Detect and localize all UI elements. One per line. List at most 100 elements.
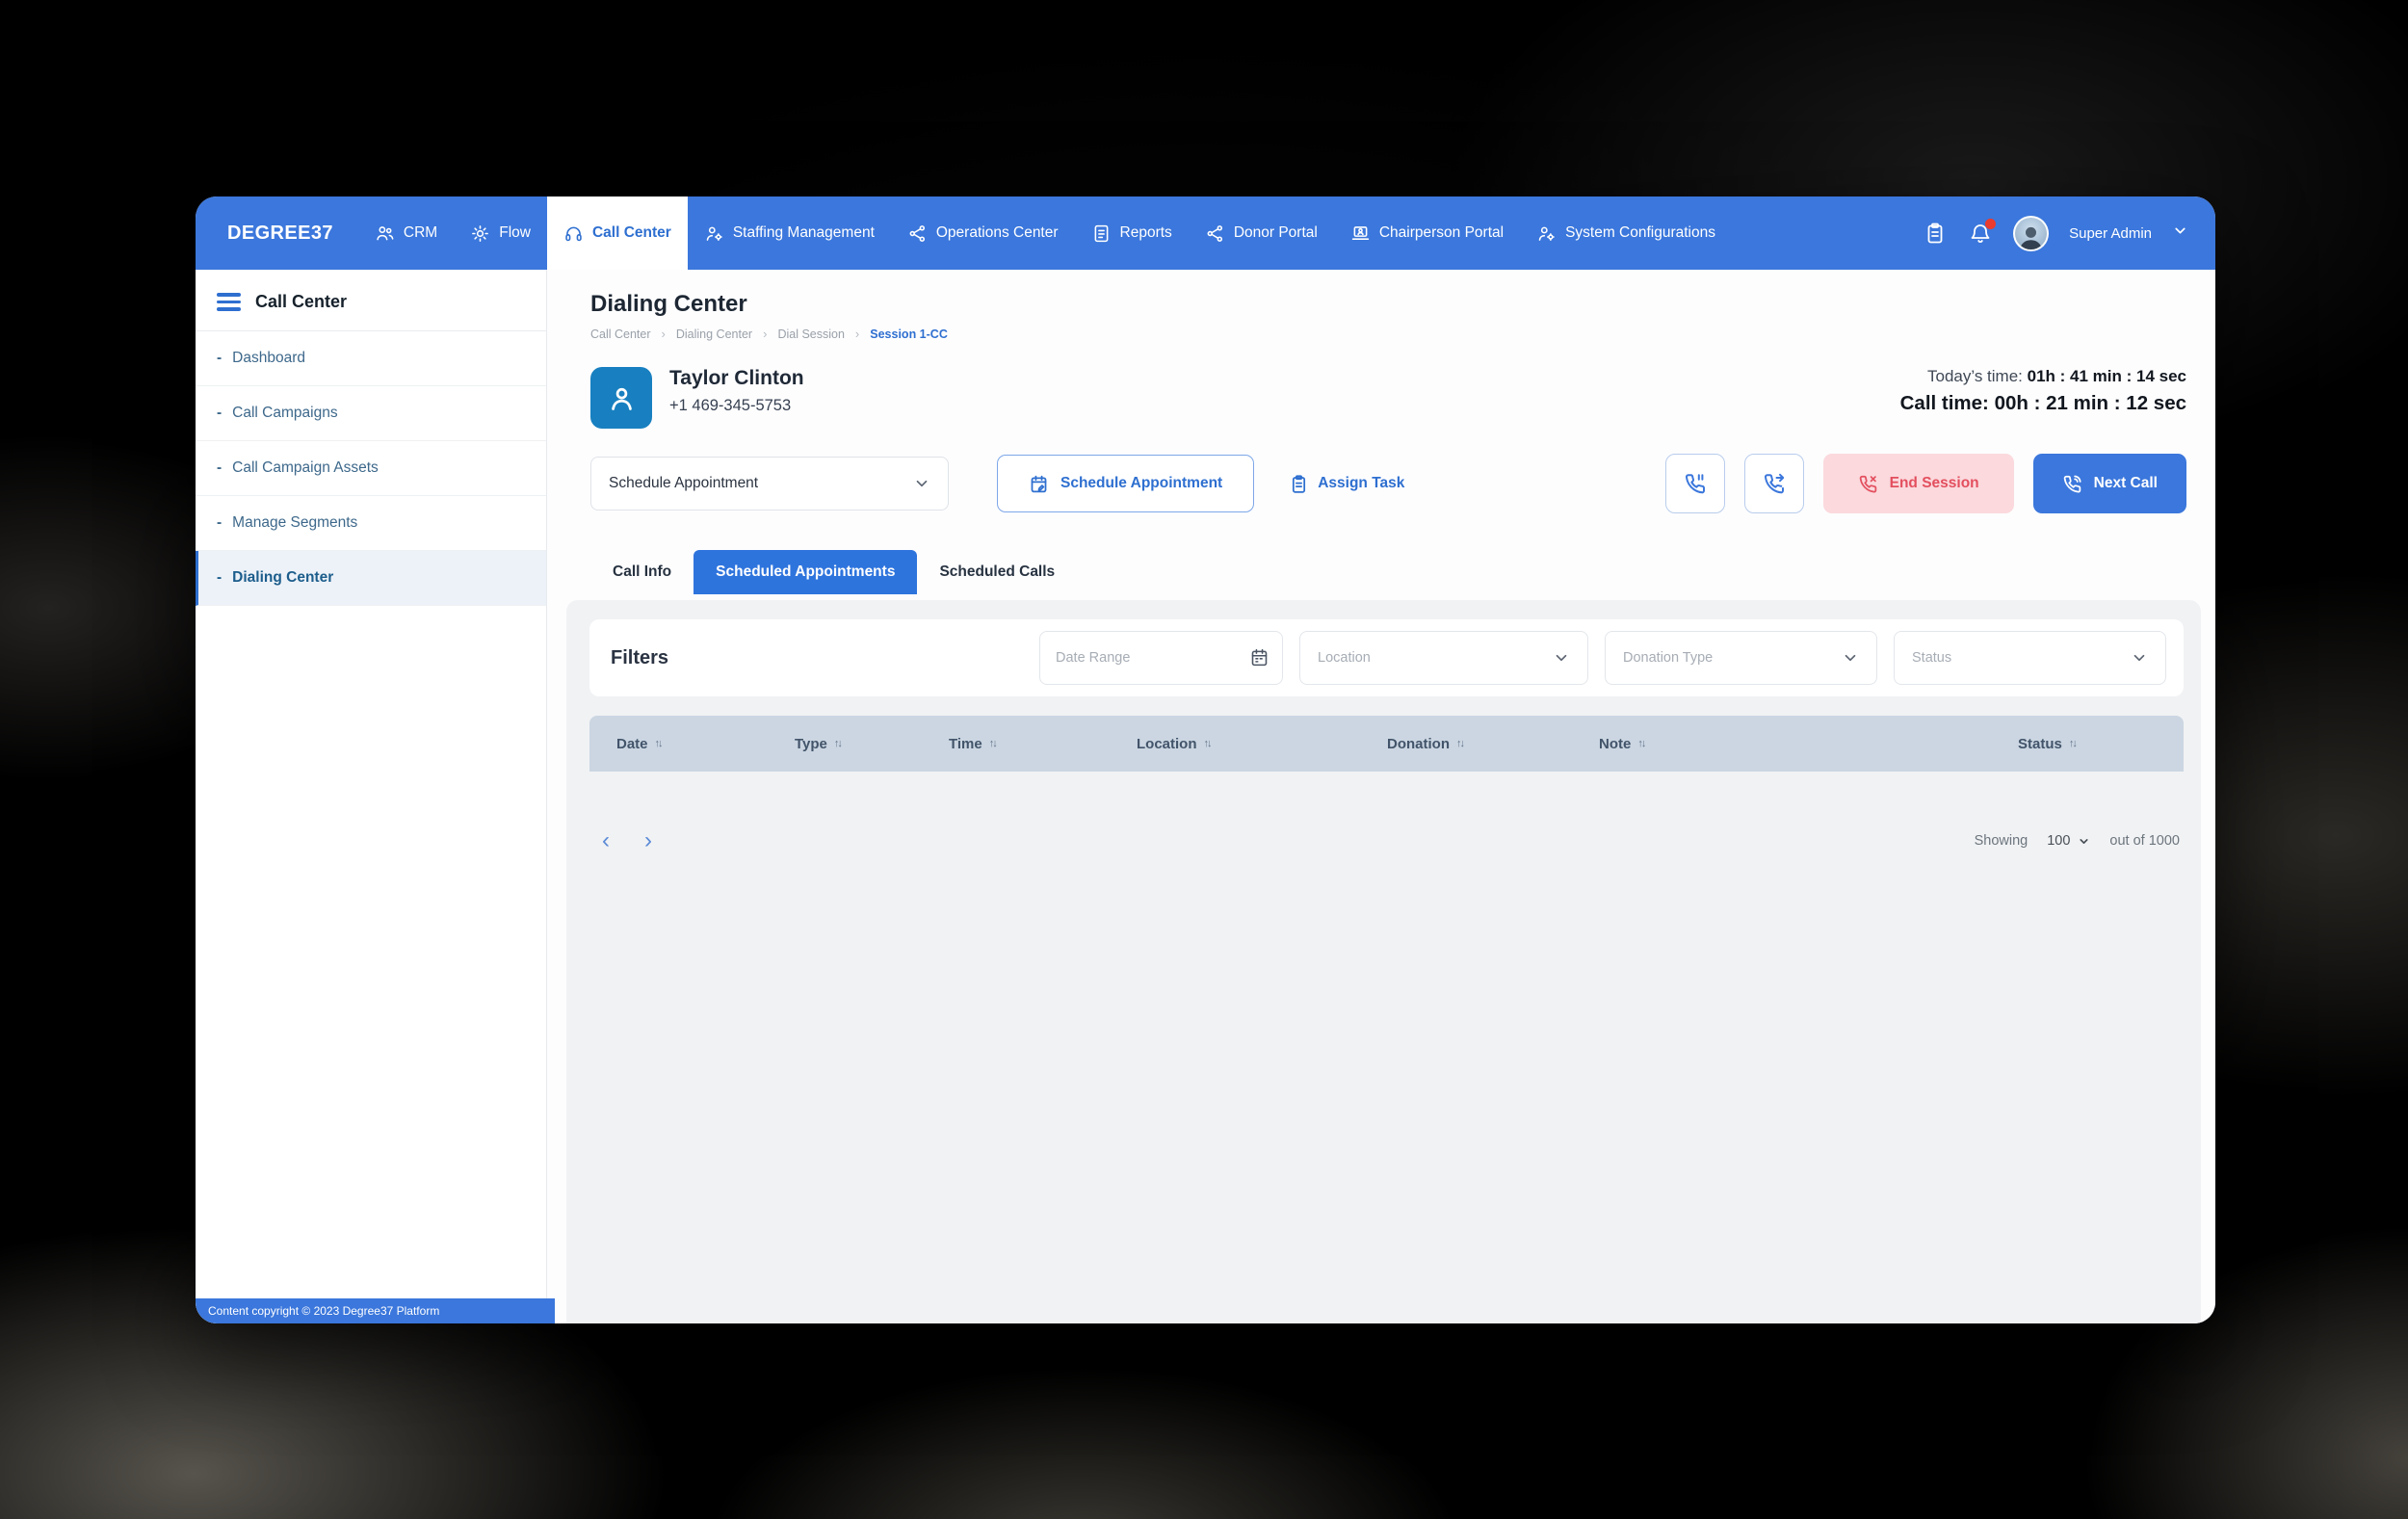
user-menu-button[interactable] [2172,223,2188,244]
dash-icon: - [217,405,222,422]
user-name[interactable]: Super Admin [2069,225,2152,242]
breadcrumb-separator-icon: › [662,327,666,341]
tab-call-info[interactable]: Call Info [590,550,694,594]
document-icon [1091,223,1112,244]
contact-avatar [590,367,652,429]
nav-item-operations-center[interactable]: Operations Center [891,196,1075,270]
table-header: Date↑↓ Type↑↓ Time↑↓ Location↑↓ Donation… [589,716,2184,772]
sidebar-item-dialing-center[interactable]: - Dialing Center [196,551,546,606]
donation-type-filter-select[interactable]: Donation Type [1605,631,1877,685]
breadcrumb-separator-icon: › [763,327,767,341]
sidebar-item-label: Manage Segments [232,514,357,532]
sidebar-item-label: Dialing Center [232,569,333,587]
sort-icon[interactable]: ↑↓ [834,738,841,749]
column-header-time: Time↑↓ [949,736,1137,752]
assign-task-label: Assign Task [1318,475,1404,492]
column-header-donation: Donation↑↓ [1387,736,1599,752]
todays-time-value: 01h : 41 min : 14 sec [2028,367,2186,385]
person-icon [606,382,638,414]
showing-label: Showing [1975,833,2028,849]
nav-item-flow[interactable]: Flow [454,196,547,270]
breadcrumb: Call Center › Dialing Center › Dial Session ›… [590,327,2186,341]
brand-logo: DEGREE37 [227,223,333,245]
disposition-select[interactable]: Schedule Appointment [590,457,949,511]
breadcrumb-item[interactable]: Dial Session [777,327,844,341]
total-label: out of 1000 [2109,833,2180,849]
nodes-icon [907,223,928,244]
next-call-button[interactable]: Next Call [2033,454,2186,513]
tab-scheduled-appointments[interactable]: Scheduled Appointments [694,550,917,594]
breadcrumb-item[interactable]: Dialing Center [676,327,752,341]
sort-icon[interactable]: ↑↓ [1637,738,1644,749]
date-range-input[interactable] [1039,631,1283,685]
nav-item-staffing-management[interactable]: Staffing Management [688,196,891,270]
hamburger-menu-icon[interactable] [217,293,241,311]
previous-page-button[interactable]: ‹ [589,822,622,860]
chevron-down-icon [2131,649,2148,667]
nav-item-crm[interactable]: CRM [358,196,454,270]
sidebar-title: Call Center [255,292,347,312]
sidebar-item-label: Call Campaign Assets [232,459,379,477]
end-session-button[interactable]: End Session [1823,454,2014,513]
schedule-appointment-label: Schedule Appointment [1060,475,1222,492]
sort-icon[interactable]: ↑↓ [1456,738,1463,749]
gear-icon [470,223,490,244]
nav-item-donor-portal[interactable]: Donor Portal [1189,196,1334,270]
call-time-value: 00h : 21 min : 12 sec [1995,392,2186,414]
notifications-button[interactable] [1968,221,1993,246]
tasks-clipboard-button[interactable] [1923,221,1948,246]
nav-item-label: Flow [499,224,531,242]
dash-icon: - [217,514,222,532]
donation-type-placeholder: Donation Type [1623,650,1713,666]
app-window: DEGREE37 CRM Flow Call Center Staffing M… [196,196,2215,1323]
nav-item-label: Chairperson Portal [1379,224,1504,242]
sidebar-item-call-campaign-assets[interactable]: - Call Campaign Assets [196,441,546,496]
contact-phone: +1 469-345-5753 [669,397,804,415]
next-page-button[interactable]: › [632,822,665,860]
breadcrumb-separator-icon: › [855,327,859,341]
schedule-appointment-button[interactable]: Schedule Appointment [997,455,1254,512]
chevron-down-icon [1553,649,1570,667]
breadcrumb-item[interactable]: Call Center [590,327,651,341]
assign-task-button[interactable]: Assign Task [1289,474,1404,494]
location-filter-select[interactable]: Location [1299,631,1588,685]
sort-icon[interactable]: ↑↓ [655,738,662,749]
column-header-location: Location↑↓ [1137,736,1387,752]
user-avatar[interactable] [2013,216,2049,251]
hold-call-button[interactable] [1665,454,1725,513]
nav-item-label: System Configurations [1565,224,1715,242]
sort-icon[interactable]: ↑↓ [1204,738,1211,749]
person-photo-icon [2015,221,2047,251]
sort-icon[interactable]: ↑↓ [989,738,996,749]
breadcrumb-item[interactable]: Session 1-CC [870,327,948,341]
sidebar-item-call-campaigns[interactable]: - Call Campaigns [196,386,546,441]
headset-icon [563,223,584,244]
nodes-icon [1205,223,1225,244]
sidebar: Call Center - Dashboard - Call Campaigns… [196,270,547,1323]
location-placeholder: Location [1318,650,1371,666]
nav-item-system-configurations[interactable]: System Configurations [1520,196,1732,270]
tab-scheduled-calls[interactable]: Scheduled Calls [917,550,1077,594]
nav-item-label: Reports [1120,224,1172,242]
nav-item-label: CRM [404,224,437,242]
sort-icon[interactable]: ↑↓ [2069,738,2076,749]
sidebar-item-manage-segments[interactable]: - Manage Segments [196,496,546,551]
sidebar-item-dashboard[interactable]: - Dashboard [196,331,546,386]
date-range-filter [1039,631,1283,685]
dash-icon: - [217,350,222,367]
nav-item-reports[interactable]: Reports [1075,196,1189,270]
status-filter-select[interactable]: Status [1894,631,2166,685]
main-content: Dialing Center Call Center › Dialing Cente… [547,270,2215,1323]
transfer-call-button[interactable] [1744,454,1804,513]
phone-off-icon [1858,474,1878,494]
user-gear-icon [704,223,724,244]
users-icon [375,223,395,244]
laptop-user-icon [1350,223,1371,244]
nav-item-chairperson-portal[interactable]: Chairperson Portal [1334,196,1520,270]
nav-item-label: Donor Portal [1234,224,1318,242]
page-size-value: 100 [2047,833,2070,849]
column-header-status: Status↑↓ [2018,736,2184,752]
nav-item-call-center[interactable]: Call Center [547,196,688,270]
call-time-label: Call time: [1900,392,1989,414]
page-size-select[interactable]: 100 [2047,833,2090,849]
